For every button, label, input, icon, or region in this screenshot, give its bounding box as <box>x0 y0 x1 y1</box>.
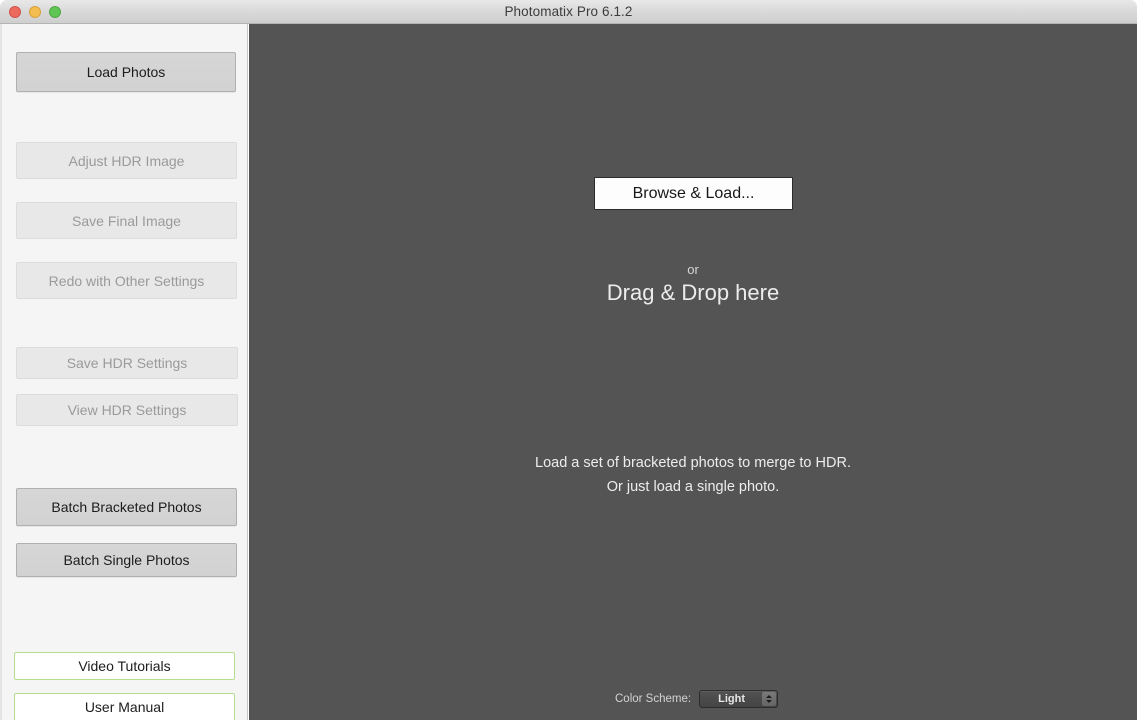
sidebar-button-view-hdr-settings[interactable]: View HDR Settings <box>16 394 238 426</box>
minimize-button[interactable] <box>29 6 41 18</box>
maximize-button[interactable] <box>49 6 61 18</box>
sidebar: Load Photos Adjust HDR Image Save Final … <box>0 24 248 720</box>
sidebar-button-load-photos[interactable]: Load Photos <box>16 52 236 92</box>
color-scheme-row: Color Scheme: Light <box>615 690 778 708</box>
sidebar-button-user-manual[interactable]: User Manual <box>14 693 235 720</box>
window-title: Photomatix Pro 6.1.2 <box>0 0 1137 24</box>
instruction-line-1: Load a set of bracketed photos to merge … <box>249 451 1137 475</box>
chevron-up-icon <box>766 695 772 698</box>
app-window: Photomatix Pro 6.1.2 Load Photos Adjust … <box>0 0 1137 720</box>
sidebar-button-video-tutorials[interactable]: Video Tutorials <box>14 652 235 680</box>
sidebar-button-save-hdr-settings[interactable]: Save HDR Settings <box>16 347 238 379</box>
or-separator-label: or <box>249 262 1137 277</box>
instruction-line-2: Or just load a single photo. <box>249 475 1137 499</box>
sidebar-button-batch-single-photos[interactable]: Batch Single Photos <box>16 543 237 577</box>
color-scheme-label: Color Scheme: <box>615 693 691 705</box>
instructions-block: Load a set of bracketed photos to merge … <box>249 451 1137 499</box>
color-scheme-select[interactable]: Light <box>699 690 778 708</box>
window-controls <box>9 6 61 18</box>
title-bar: Photomatix Pro 6.1.2 <box>0 0 1137 24</box>
main-drop-area[interactable]: Browse & Load... or Drag & Drop here Loa… <box>249 24 1137 720</box>
browse-and-load-button[interactable]: Browse & Load... <box>594 177 793 210</box>
sidebar-button-adjust-hdr-image[interactable]: Adjust HDR Image <box>16 142 237 179</box>
sidebar-button-batch-bracketed-photos[interactable]: Batch Bracketed Photos <box>16 488 237 526</box>
close-button[interactable] <box>9 6 21 18</box>
sidebar-button-redo-with-other-settings[interactable]: Redo with Other Settings <box>16 262 237 299</box>
chevron-down-icon <box>766 700 772 703</box>
chevron-up-down-icon[interactable] <box>762 692 776 706</box>
drag-and-drop-label: Drag & Drop here <box>249 280 1137 306</box>
sidebar-button-save-final-image[interactable]: Save Final Image <box>16 202 237 239</box>
